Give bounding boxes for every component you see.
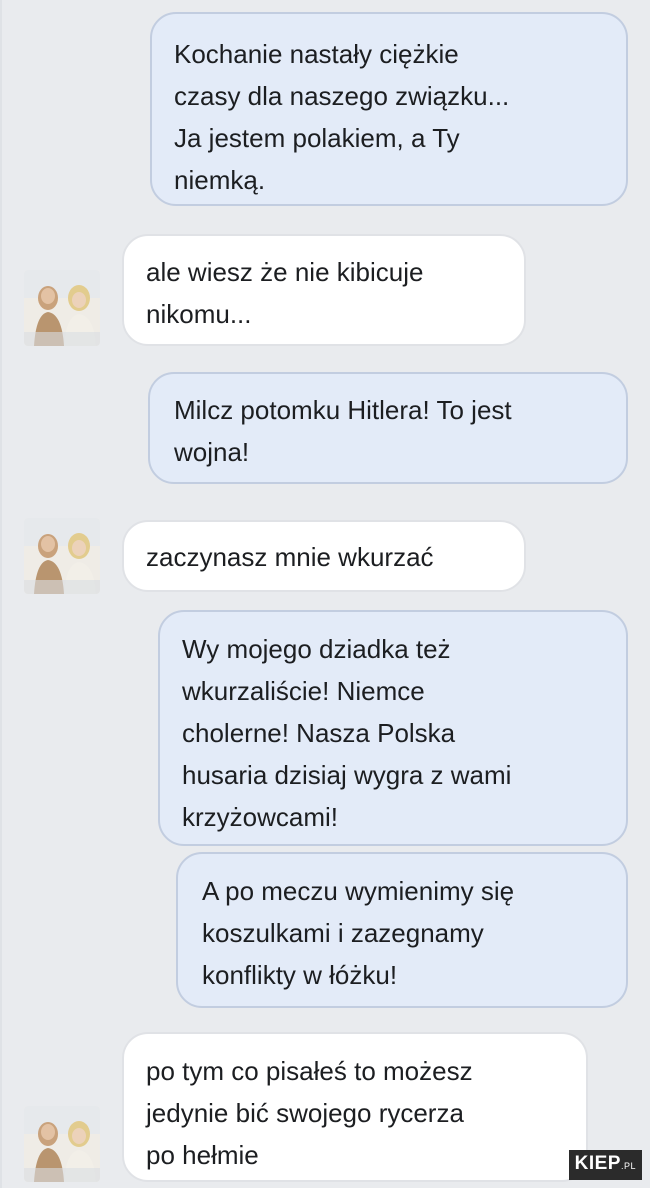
avatar-photo-icon <box>24 518 100 594</box>
chat-left-edge <box>0 0 2 1188</box>
watermark-logo: KIEP.PL <box>568 1150 642 1180</box>
message-bubble-incoming[interactable]: po tym co pisałeś to możesz jedynie bić … <box>122 1032 588 1182</box>
contact-avatar[interactable] <box>24 518 100 594</box>
avatar-photo-icon <box>24 270 100 346</box>
avatar-photo-icon <box>24 1106 100 1182</box>
message-bubble-outgoing[interactable]: Milcz potomku Hitlera! To jest wojna! <box>148 372 628 484</box>
message-bubble-incoming[interactable]: ale wiesz że nie kibicuje nikomu... <box>122 234 526 346</box>
message-bubble-incoming[interactable]: zaczynasz mnie wkurzać <box>122 520 526 592</box>
watermark-sub-text: .PL <box>620 1161 636 1171</box>
message-bubble-outgoing[interactable]: Kochanie nastały ciężkie czasy dla nasze… <box>150 12 628 206</box>
message-bubble-outgoing[interactable]: A po meczu wymienimy się koszulkami i za… <box>176 852 628 1008</box>
message-bubble-outgoing[interactable]: Wy mojego dziadka też wkurzaliście! Niem… <box>158 610 628 846</box>
watermark-main-text: KIEP <box>574 1153 621 1174</box>
contact-avatar[interactable] <box>24 270 100 346</box>
contact-avatar[interactable] <box>24 1106 100 1182</box>
